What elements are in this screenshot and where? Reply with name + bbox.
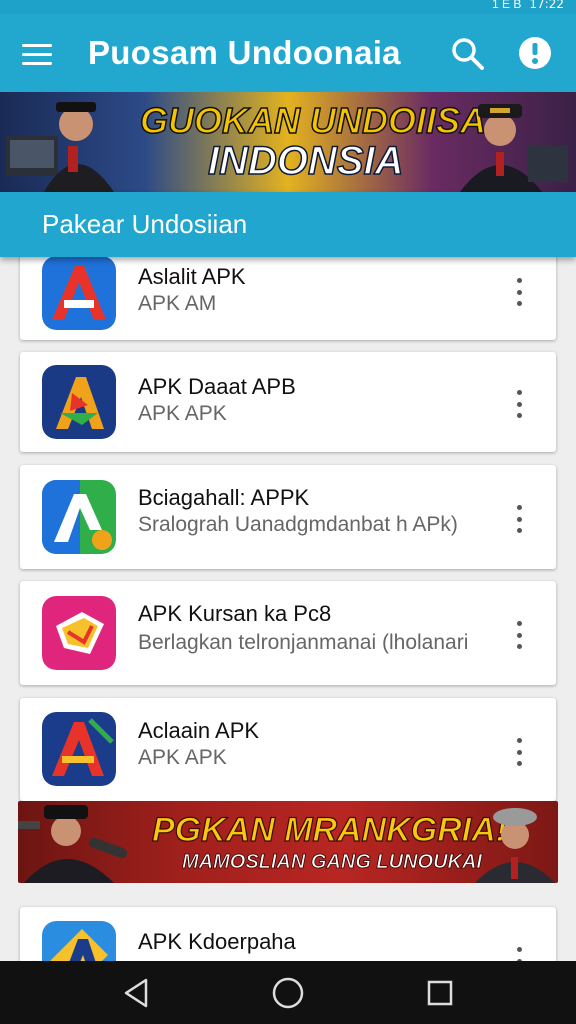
app-icon <box>42 365 116 439</box>
app-name: Aclaain APK <box>138 718 260 743</box>
app-name: APK Kursan ka Pc8 <box>138 601 332 626</box>
app-name: Aslalit APK <box>138 264 246 289</box>
more-options-icon[interactable] <box>513 390 525 418</box>
more-options-icon[interactable] <box>513 738 525 766</box>
section-header: Pakear Undosiian <box>0 192 576 257</box>
banner-mid-subline: MAMOSLIAN GANG LUNOUKAI <box>182 851 483 874</box>
promo-banner-middle[interactable]: PGKAN MRANKGRIA! MAMOSLIAN GANG LUNOUKAI <box>18 801 558 883</box>
app-icon <box>42 256 116 330</box>
app-icon <box>42 712 116 786</box>
more-options-icon[interactable] <box>513 505 525 533</box>
officer-figure-image <box>18 805 128 883</box>
system-navigation-bar <box>0 961 576 1024</box>
back-triangle-icon[interactable] <box>118 975 154 1011</box>
app-name: APK Kdoerpaha <box>138 929 296 954</box>
app-subtitle: APK APK <box>138 746 227 769</box>
banner-mid-headline: PGKAN MRANKGRIA! <box>151 810 508 849</box>
info-icon[interactable] <box>518 36 552 70</box>
officer-figure-image <box>6 102 114 192</box>
app-name: Bciagahall: APPK <box>138 485 310 510</box>
app-icon <box>42 596 116 670</box>
app-list-item[interactable]: APK Kursan ka Pc8 Berlagkan telronjanman… <box>20 581 556 685</box>
app-subtitle: APK AM <box>138 292 217 315</box>
app-name: APK Daaat APB <box>138 374 296 399</box>
signal-text: 1 E B <box>492 0 522 11</box>
app-title: Puosam Undoonaia <box>88 34 401 71</box>
home-circle-icon[interactable] <box>270 975 306 1011</box>
promo-banner-top[interactable]: GUOKAN UNDOIISAN INDONSIA <box>0 92 576 192</box>
app-screen: 1 E B 17:22 Puosam Undoonaia GUOKAN UNDO… <box>0 0 576 1024</box>
app-subtitle: Sralograh Uanadgmdanbat h APk) <box>138 513 458 536</box>
hamburger-menu-icon[interactable] <box>22 36 58 72</box>
section-title: Pakear Undosiian <box>42 209 248 239</box>
clock: 17:22 <box>529 0 564 11</box>
app-subtitle: APK APK <box>138 402 227 425</box>
app-list-item[interactable]: Aclaain APK APK APK <box>20 698 556 801</box>
app-toolbar: Puosam Undoonaia <box>0 14 576 92</box>
app-list-item[interactable]: APK Daaat APB APK APK <box>20 352 556 452</box>
officer-figure-image <box>475 808 555 883</box>
app-list-item[interactable]: Bciagahall: APPK Sralograh Uanadgmdanbat… <box>20 465 556 569</box>
app-subtitle: Berlagkan telronjanmanai (lholanari <box>138 631 469 654</box>
app-icon <box>42 480 116 554</box>
more-options-icon[interactable] <box>513 278 525 306</box>
officer-figure-image <box>460 104 568 192</box>
recents-square-icon[interactable] <box>422 975 458 1011</box>
banner-top-subline: INDONSIA <box>207 138 404 184</box>
more-options-icon[interactable] <box>513 621 525 649</box>
search-icon[interactable] <box>450 36 486 72</box>
status-bar: 1 E B 17:22 <box>0 0 576 14</box>
